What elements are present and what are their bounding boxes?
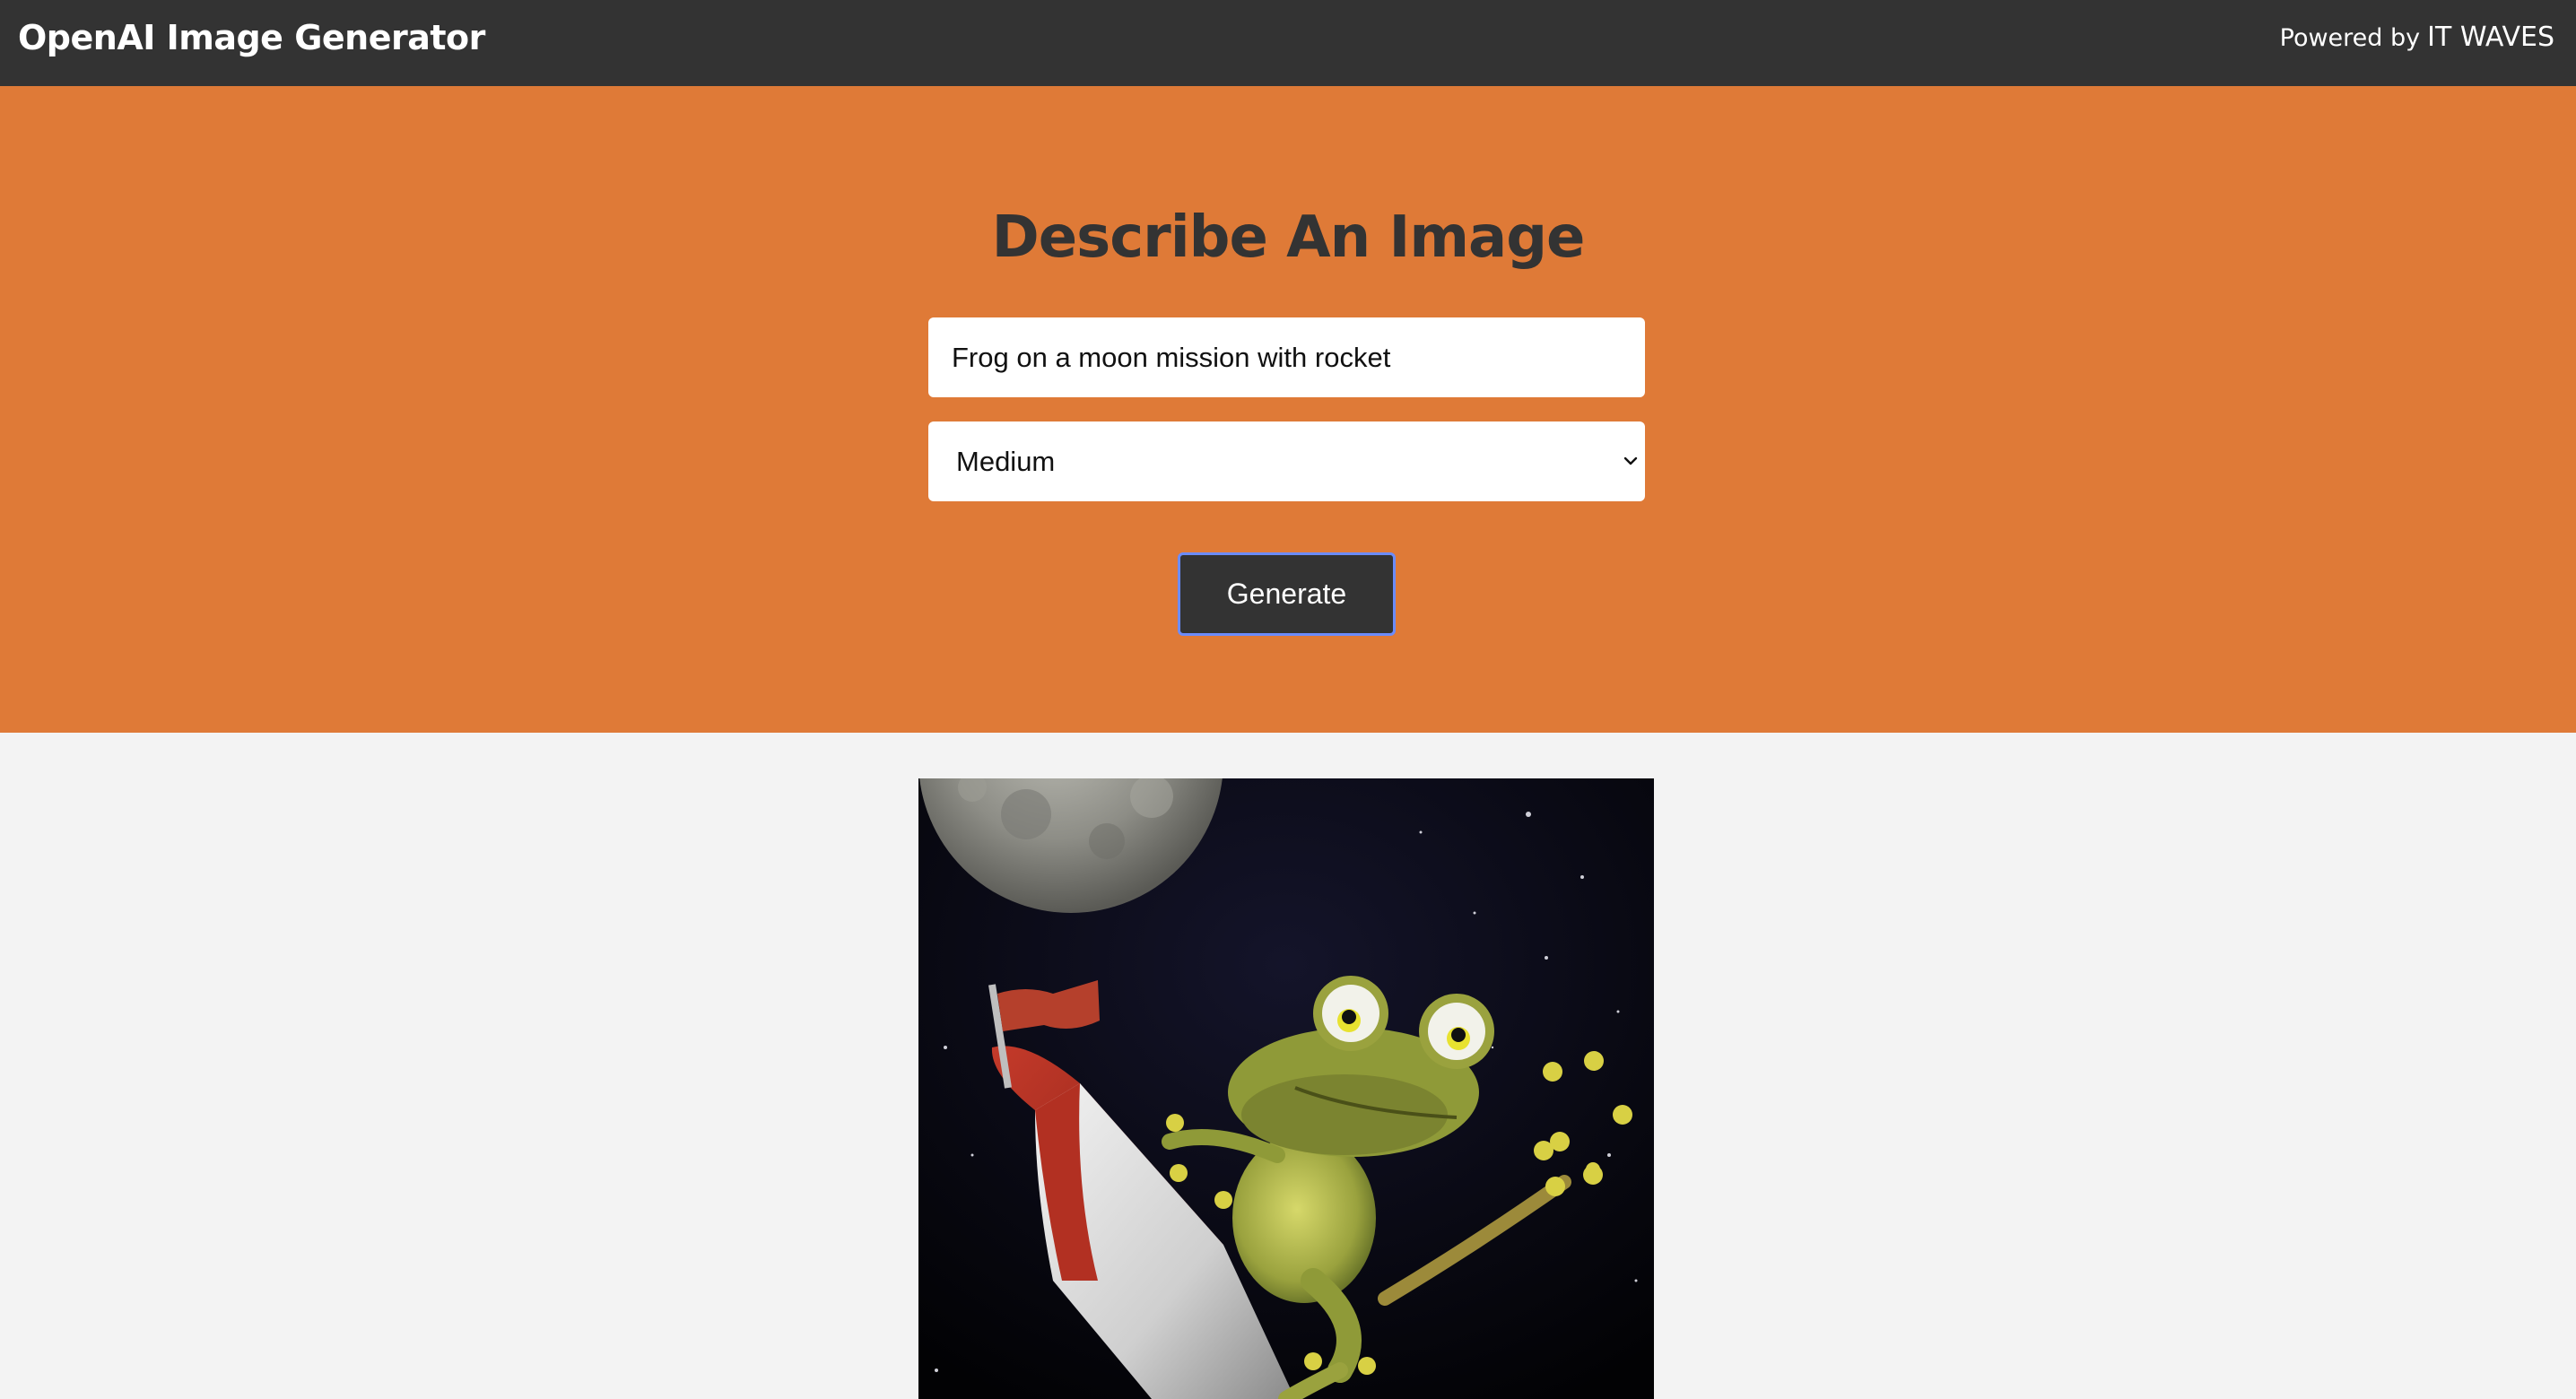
frog-rocket-illustration: [918, 778, 1654, 1399]
chevron-down-icon: [1623, 456, 1638, 465]
size-select-value: Medium: [956, 446, 1056, 477]
generator-form-section: Describe An Image Medium Generate: [0, 86, 2576, 733]
size-select[interactable]: Medium: [928, 421, 1645, 501]
brand-title[interactable]: OpenAI Image Generator: [18, 0, 485, 86]
form-title: Describe An Image: [991, 204, 1586, 271]
generated-image: [918, 778, 1654, 1399]
powered-by-company: IT WAVES: [2427, 22, 2554, 53]
generate-button[interactable]: Generate: [1178, 552, 1396, 636]
prompt-input[interactable]: [928, 317, 1645, 397]
powered-by-prefix: Powered by: [2279, 24, 2421, 52]
navbar: OpenAI Image Generator Powered by IT WAVE…: [0, 0, 2576, 86]
powered-by: Powered by IT WAVES: [2280, 0, 2554, 86]
